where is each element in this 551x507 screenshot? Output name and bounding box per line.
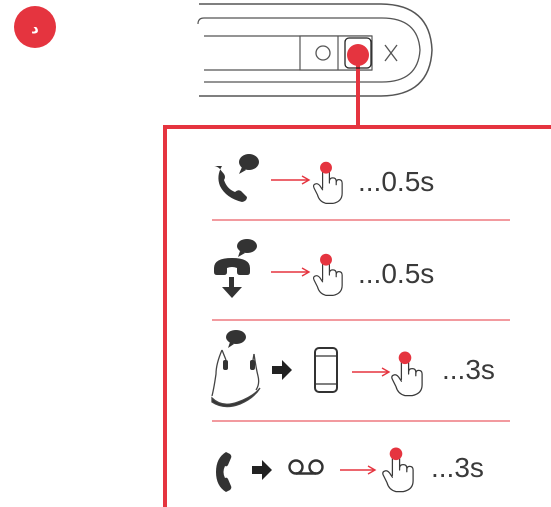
row-duration: ...0.5s [358,258,434,289]
voicemail-icon [288,459,324,475]
tap-hand-icon [312,253,343,296]
row-duration: ...0.5s [358,166,434,197]
close-button-icon [384,44,398,62]
tap-hand-icon [382,447,414,493]
arrow-icon [352,367,391,377]
row-answer-call: ...0.5s [214,154,434,204]
neckband-headset-icon [211,330,261,408]
tap-hand-icon [312,161,343,204]
tap-hand-icon [391,351,423,397]
step-badge: د [14,6,56,48]
arrow-icon [340,465,377,475]
row-duration: ...3s [442,354,495,385]
diagram-canvas: د ...0.5s ...0.5s ...3s ...3s [14,3,551,507]
step-badge-label: د [31,19,39,37]
phone-answer-icon [214,154,259,202]
arrow-icon [271,267,311,277]
phone-hangup-icon [214,239,257,298]
row-voicemail: ...3s [216,447,484,493]
device-illustration [197,3,433,97]
row-end-call: ...0.5s [214,239,434,298]
row-duration: ...3s [431,452,484,483]
smartphone-icon [314,347,338,393]
arrow-right-icon [272,360,292,380]
row-transfer-call: ...3s [211,330,495,408]
phone-icon [216,452,232,492]
arrow-right-icon [252,460,272,480]
arrow-icon [271,175,311,185]
